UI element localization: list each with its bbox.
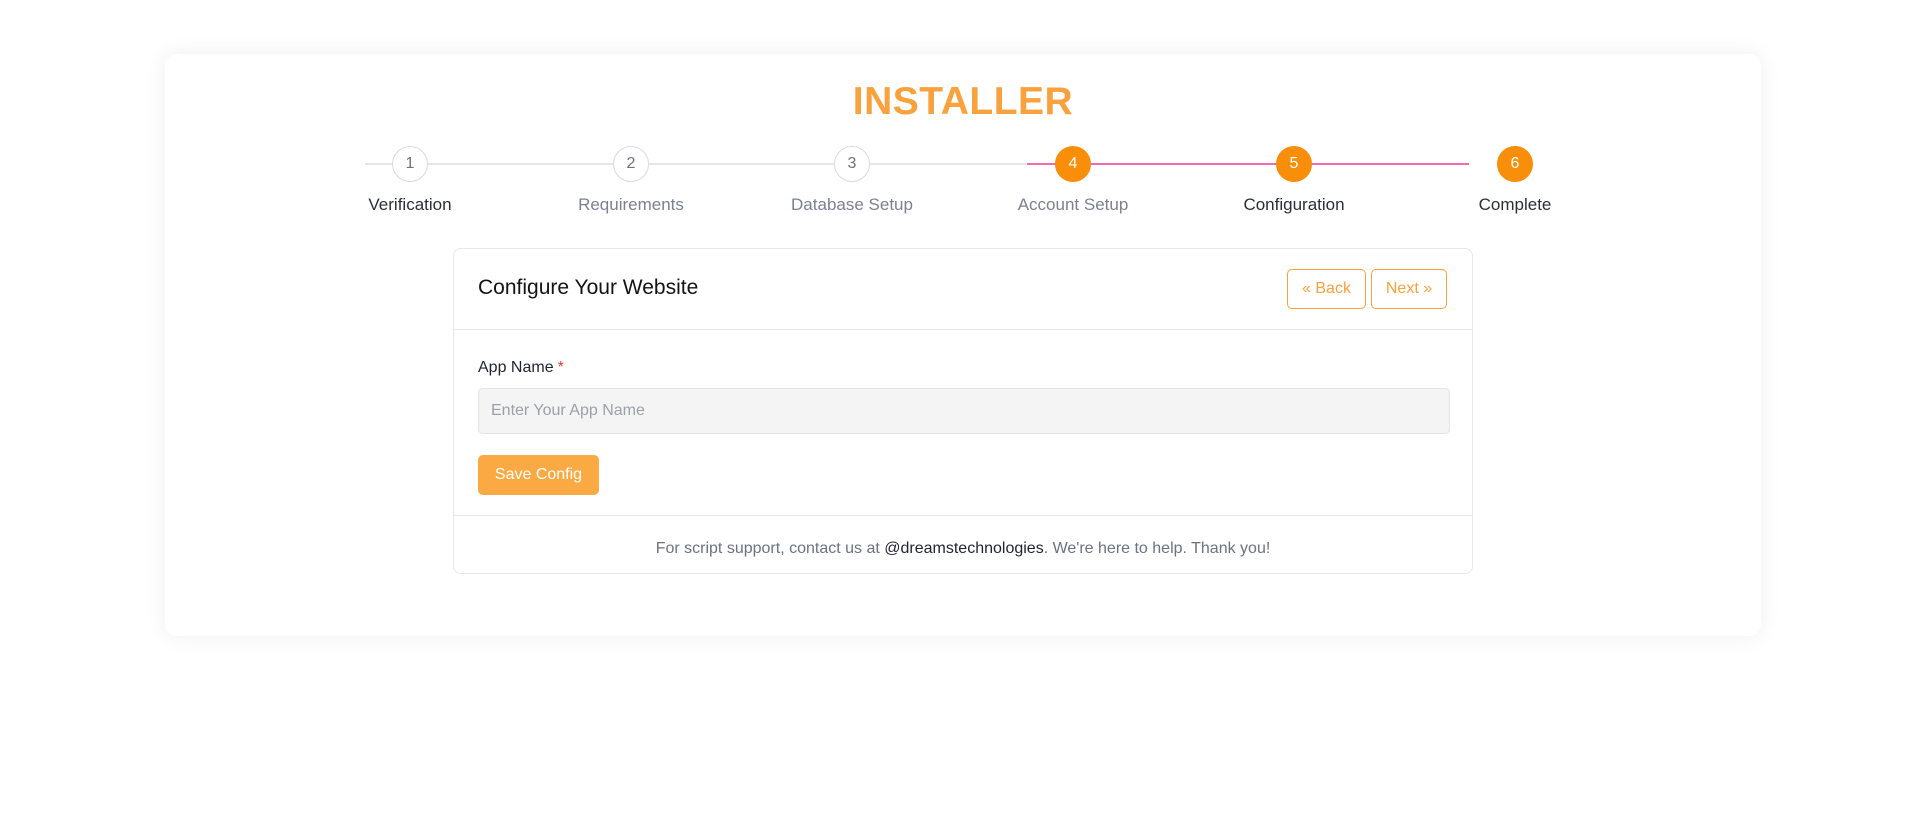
step-configuration[interactable]: 5 Configuration [1194,146,1394,215]
app-name-label-text: App Name [478,359,554,376]
step-number: 5 [1276,146,1312,182]
next-button[interactable]: Next » [1371,269,1447,309]
step-verification[interactable]: 1 Verification [310,146,510,215]
step-label: Verification [368,195,452,214]
step-label: Configuration [1243,195,1345,214]
step-complete[interactable]: 6 Complete [1415,146,1615,215]
app-name-input[interactable] [478,388,1450,434]
stepper: 1 Verification 2 Requirements 3 Database… [165,54,1761,254]
step-requirements[interactable]: 2 Requirements [531,146,731,215]
configure-website-card: Configure Your Website « Back Next » App… [453,248,1473,574]
step-label: Complete [1478,195,1552,214]
support-contact-link[interactable]: @dreamstechnologies [884,540,1043,557]
support-footer: For script support, contact us at @dream… [454,515,1472,573]
step-label: Requirements [578,195,684,214]
step-number: 3 [834,146,870,182]
required-marker: * [557,359,564,376]
step-database-setup[interactable]: 3 Database Setup [752,146,952,215]
step-number: 4 [1055,146,1091,182]
step-account-setup[interactable]: 4 Account Setup [973,146,1173,215]
step-number: 2 [613,146,649,182]
step-label: Account Setup [1017,195,1129,214]
step-number: 1 [392,146,428,182]
app-name-label: App Name * [478,359,564,377]
installer-card: INSTALLER 1 Verification 2 Requirements … [165,54,1761,636]
save-config-button[interactable]: Save Config [478,455,599,495]
back-button[interactable]: « Back [1287,269,1366,309]
footer-text-after: . We're here to help. Thank you! [1043,540,1271,557]
footer-text-before: For script support, contact us at [655,540,885,557]
step-number: 6 [1497,146,1533,182]
card-header: Configure Your Website « Back Next » [454,249,1472,330]
card-title: Configure Your Website [478,276,699,299]
step-label: Database Setup [791,195,913,214]
